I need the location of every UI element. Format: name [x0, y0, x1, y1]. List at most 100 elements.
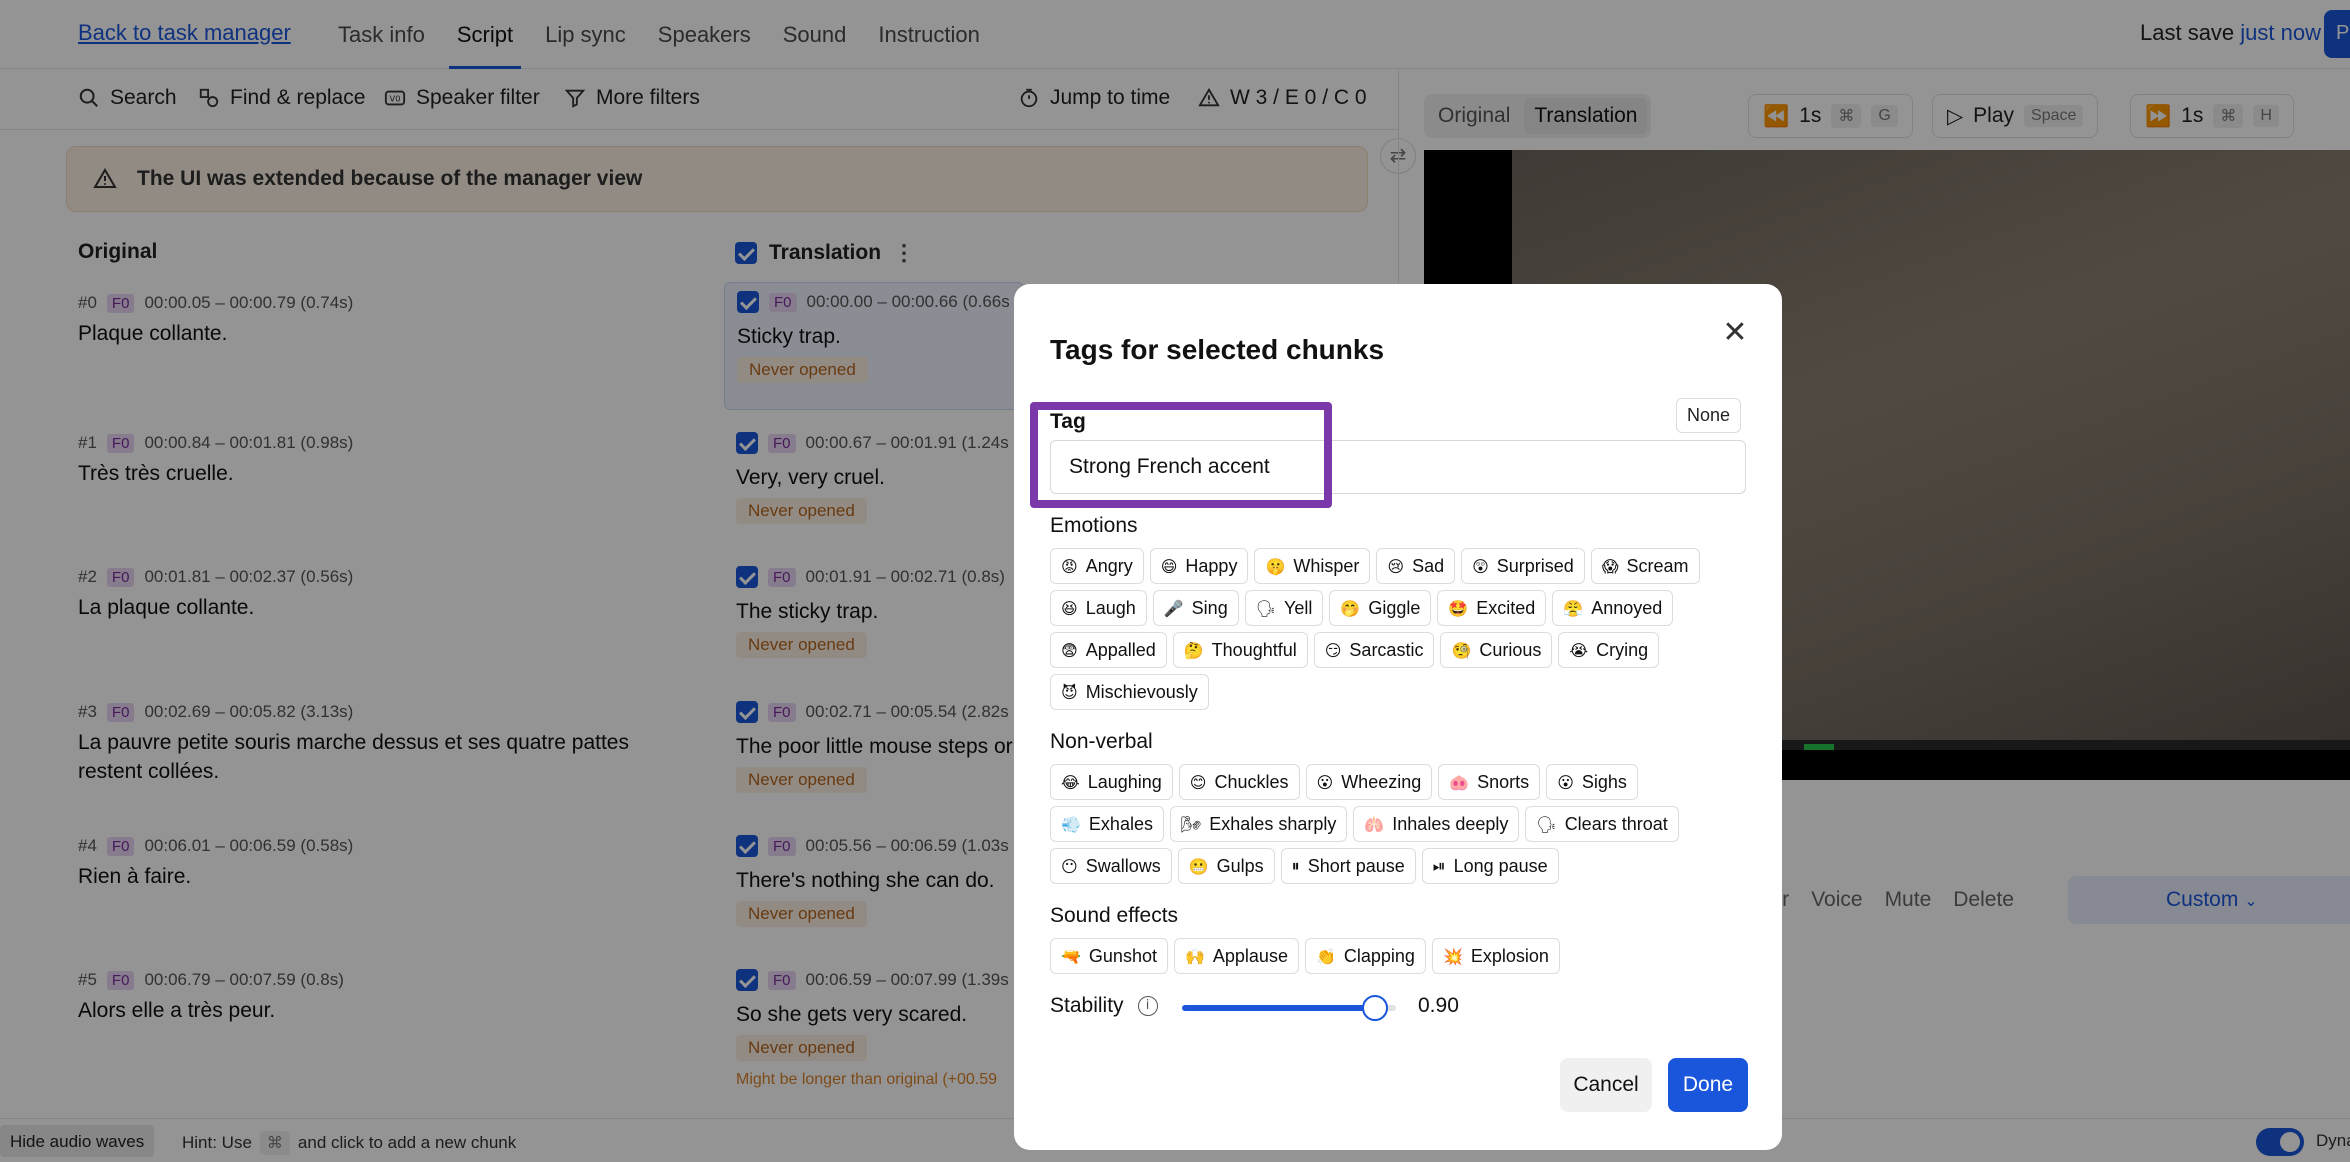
- emotion-chip-thoughtful[interactable]: 🤔 Thoughtful: [1172, 632, 1308, 668]
- stability-value: 0.90: [1418, 994, 1459, 1017]
- chip-emoji-icon: 😡: [1061, 556, 1078, 576]
- emotion-chip-surprised[interactable]: 😲 Surprised: [1461, 548, 1585, 584]
- nonverbal-heading: Non-verbal: [1050, 730, 1153, 753]
- chip-emoji-icon: 😢: [1387, 556, 1405, 576]
- chip-label: Wheezing: [1341, 771, 1422, 792]
- nonverbal-chip-exhales-sharply[interactable]: 🌬 Exhales sharply: [1169, 806, 1348, 842]
- nonverbal-chip-sighs[interactable]: 😮 Sighs: [1546, 764, 1638, 800]
- chip-label: Gulps: [1216, 855, 1264, 876]
- chip-emoji-icon: ⏸: [1291, 856, 1300, 875]
- emotion-chip-appalled[interactable]: 😨 Appalled: [1050, 632, 1167, 668]
- chip-label: Appalled: [1085, 639, 1156, 660]
- emotion-chip-happy[interactable]: 😄 Happy: [1149, 548, 1249, 584]
- chip-emoji-icon: 😈: [1061, 682, 1078, 702]
- chip-emoji-icon: 🐽: [1449, 772, 1470, 792]
- nonverbal-chip-chuckles[interactable]: 😊 Chuckles: [1178, 764, 1300, 800]
- info-icon[interactable]: i: [1137, 996, 1158, 1016]
- chip-emoji-icon: 😆: [1061, 598, 1078, 618]
- sfx-chip-clapping[interactable]: 👏 Clapping: [1304, 938, 1426, 974]
- chip-label: Scream: [1626, 555, 1689, 576]
- modal-title: Tags for selected chunks: [1050, 334, 1385, 365]
- emotion-chip-angry[interactable]: 😡 Angry: [1050, 548, 1144, 584]
- chip-emoji-icon: 😭: [1569, 640, 1589, 660]
- nonverbal-chip-clears-throat[interactable]: 🗣 Clears throat: [1525, 806, 1679, 842]
- chip-label: Annoyed: [1591, 597, 1663, 618]
- tag-field-label: Tag: [1050, 410, 1086, 433]
- chip-label: Gunshot: [1088, 945, 1157, 966]
- sfx-chip-explosion[interactable]: 💥 Explosion: [1431, 938, 1560, 974]
- chip-emoji-icon: 😤: [1563, 598, 1584, 618]
- sfx-chip-applause[interactable]: 🙌 Applause: [1173, 938, 1299, 974]
- chip-emoji-icon: 😮: [1557, 772, 1574, 792]
- nonverbal-chip-wheezing[interactable]: 😮 Wheezing: [1305, 764, 1433, 800]
- chip-label: Short pause: [1307, 855, 1405, 876]
- chip-emoji-icon: 🤔: [1183, 640, 1204, 660]
- chip-label: Inhales deeply: [1392, 813, 1509, 834]
- emotion-chip-giggle[interactable]: 🤭 Giggle: [1329, 590, 1432, 626]
- chip-label: Happy: [1185, 555, 1238, 576]
- chip-emoji-icon: 😏: [1324, 640, 1342, 660]
- stability-slider-handle[interactable]: [1361, 995, 1388, 1021]
- emotion-chip-sad[interactable]: 😢 Sad: [1376, 548, 1456, 584]
- emotion-chip-yell[interactable]: 🗣 Yell: [1244, 590, 1324, 626]
- emotions-heading: Emotions: [1050, 514, 1138, 537]
- chip-label: Surprised: [1496, 555, 1574, 576]
- chip-label: Swallows: [1085, 855, 1161, 876]
- emotion-chip-laugh[interactable]: 😆 Laugh: [1050, 590, 1147, 626]
- nonverbal-chip-exhales[interactable]: 💨 Exhales: [1050, 806, 1164, 842]
- chip-label: Angry: [1085, 555, 1133, 576]
- chip-emoji-icon: 🙌: [1184, 946, 1205, 966]
- emotion-chip-excited[interactable]: 🤩 Excited: [1437, 590, 1547, 626]
- emotion-chip-curious[interactable]: 🧐 Curious: [1440, 632, 1553, 668]
- chip-label: Mischievously: [1085, 681, 1198, 702]
- nonverbal-chip-short-pause[interactable]: ⏸ Short pause: [1280, 848, 1416, 884]
- chip-label: Yell: [1284, 597, 1313, 618]
- sound-effects-chip-group: 🔫 Gunshot 🙌 Applause 👏 Clapping 💥 Explosion: [1050, 938, 1750, 974]
- emotion-chip-sing[interactable]: 🎤 Sing: [1152, 590, 1239, 626]
- chip-emoji-icon: 🗣: [1255, 598, 1277, 618]
- chip-label: Chuckles: [1214, 771, 1289, 792]
- chip-label: Excited: [1476, 597, 1536, 618]
- nonverbal-chip-long-pause[interactable]: ⏯ Long pause: [1421, 848, 1559, 884]
- chip-emoji-icon: 😶: [1061, 856, 1078, 876]
- chip-emoji-icon: 😨: [1061, 640, 1078, 660]
- chip-label: Exhales: [1088, 813, 1153, 834]
- chip-emoji-icon: 😱: [1601, 556, 1619, 576]
- chip-emoji-icon: 👏: [1315, 946, 1336, 966]
- nonverbal-chip-laughing[interactable]: 😂 Laughing: [1050, 764, 1173, 800]
- chip-label: Giggle: [1368, 597, 1421, 618]
- emotion-chip-sarcastic[interactable]: 😏 Sarcastic: [1313, 632, 1435, 668]
- emotion-chip-crying[interactable]: 😭 Crying: [1558, 632, 1660, 668]
- chip-label: Applause: [1212, 945, 1288, 966]
- done-button[interactable]: Done: [1668, 1058, 1748, 1112]
- nonverbal-chip-inhales-deeply[interactable]: 🫁 Inhales deeply: [1353, 806, 1520, 842]
- chip-emoji-icon: 😊: [1189, 772, 1207, 792]
- stability-slider[interactable]: [1182, 995, 1396, 1021]
- emotion-chip-whisper[interactable]: 🤫 Whisper: [1254, 548, 1371, 584]
- nonverbal-chip-gulps[interactable]: 😬 Gulps: [1177, 848, 1275, 884]
- emotion-chip-annoyed[interactable]: 😤 Annoyed: [1552, 590, 1674, 626]
- chip-emoji-icon: 😮: [1316, 772, 1334, 792]
- emotion-chip-scream[interactable]: 😱 Scream: [1590, 548, 1700, 584]
- tags-modal: Tags for selected chunks ✕ Tag None Emot…: [1014, 284, 1782, 1150]
- chip-label: Clapping: [1343, 945, 1415, 966]
- chip-emoji-icon: 🤭: [1340, 598, 1361, 618]
- chip-label: Long pause: [1453, 855, 1548, 876]
- nonverbal-chip-snorts[interactable]: 🐽 Snorts: [1438, 764, 1541, 800]
- cancel-button[interactable]: Cancel: [1560, 1058, 1652, 1112]
- emotions-chip-group: 😡 Angry 😄 Happy 🤫 Whisper 😢 Sad 😲 Surprised 😱 Screa…: [1050, 548, 1750, 710]
- chip-emoji-icon: 🧐: [1451, 640, 1472, 660]
- close-icon[interactable]: ✕: [1720, 318, 1750, 348]
- chip-label: Laughing: [1087, 771, 1162, 792]
- nonverbal-chip-swallows[interactable]: 😶 Swallows: [1050, 848, 1172, 884]
- sfx-chip-gunshot[interactable]: 🔫 Gunshot: [1050, 938, 1168, 974]
- chip-label: Thoughtful: [1211, 639, 1297, 660]
- tag-input[interactable]: [1050, 440, 1746, 494]
- chip-emoji-icon: 💥: [1442, 946, 1463, 966]
- chip-emoji-icon: 😲: [1472, 556, 1489, 576]
- none-button[interactable]: None: [1676, 398, 1742, 433]
- emotion-chip-mischievously[interactable]: 😈 Mischievously: [1050, 674, 1209, 710]
- chip-emoji-icon: 💨: [1061, 814, 1081, 834]
- chip-label: Whisper: [1293, 555, 1360, 576]
- chip-label: Explosion: [1470, 945, 1549, 966]
